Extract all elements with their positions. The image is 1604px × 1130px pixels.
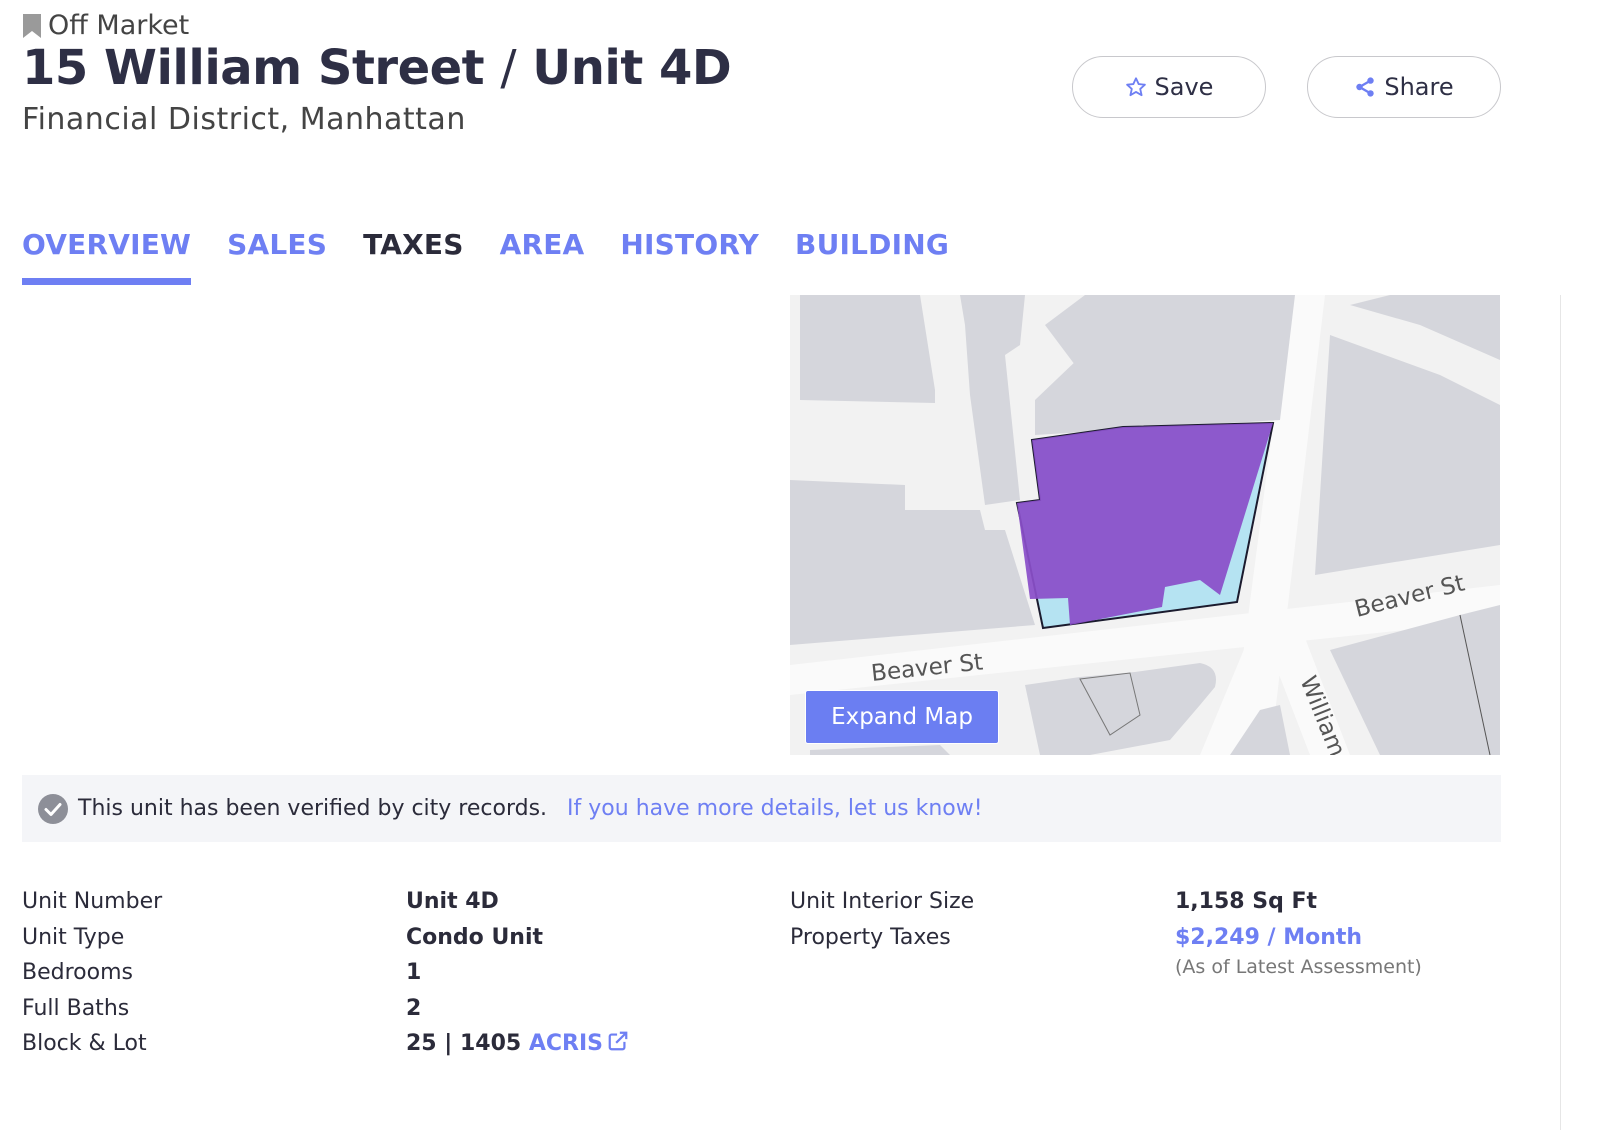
tab-sales[interactable]: SALES bbox=[227, 228, 327, 285]
title-separator: / bbox=[500, 40, 517, 96]
expand-map-button[interactable]: Expand Map bbox=[805, 690, 999, 744]
acris-link[interactable]: ACRIS bbox=[529, 1031, 629, 1056]
verification-banner: This unit has been verified by city reco… bbox=[22, 775, 1501, 842]
property-taxes-value[interactable]: $2,249 / Month bbox=[1175, 920, 1422, 956]
detail-value: Unit 4D bbox=[406, 889, 499, 914]
detail-label: Unit Interior Size bbox=[790, 889, 975, 914]
block-lot-value: 25 | 1405 bbox=[406, 1031, 522, 1056]
tab-area[interactable]: AREA bbox=[500, 228, 585, 285]
save-label: Save bbox=[1154, 73, 1214, 101]
status-label: Off Market bbox=[22, 10, 189, 41]
details-labels-right: Unit Interior Size Property Taxes bbox=[790, 884, 974, 955]
star-icon bbox=[1125, 77, 1146, 97]
acris-label: ACRIS bbox=[528, 1031, 604, 1056]
external-link-icon bbox=[608, 1031, 628, 1051]
detail-label: Property Taxes bbox=[790, 924, 951, 950]
detail-value: 1,158 Sq Ft bbox=[1175, 889, 1318, 914]
save-button[interactable]: Save bbox=[1072, 56, 1266, 118]
detail-value: Condo Unit bbox=[406, 924, 544, 950]
details-values-right: 1,158 Sq Ft $2,249 / Month (As of Latest… bbox=[1175, 884, 1422, 979]
map-canvas: Beaver St Beaver St William bbox=[790, 295, 1500, 755]
detail-label: Full Baths bbox=[22, 995, 130, 1021]
more-details-link[interactable]: If you have more details, let us know! bbox=[567, 796, 983, 821]
divider bbox=[1560, 295, 1561, 1130]
detail-label: Unit Number bbox=[22, 889, 163, 914]
verification-text: This unit has been verified by city reco… bbox=[78, 796, 548, 821]
assessment-note: (As of Latest Assessment) bbox=[1175, 956, 1422, 978]
tab-overview[interactable]: OVERVIEW bbox=[22, 228, 192, 285]
share-button[interactable]: Share bbox=[1307, 56, 1501, 118]
tab-bar: OVERVIEW SALES TAXES AREA HISTORY BUILDI… bbox=[22, 228, 949, 285]
bookmark-icon bbox=[23, 13, 41, 38]
map-view[interactable]: Beaver St Beaver St William Expand Map bbox=[790, 295, 1500, 755]
detail-label: Block & Lot bbox=[22, 1031, 147, 1056]
tab-taxes[interactable]: TAXES bbox=[363, 228, 463, 285]
detail-label: Unit Type bbox=[22, 924, 125, 950]
detail-value: 2 bbox=[406, 995, 422, 1021]
tab-history[interactable]: HISTORY bbox=[620, 228, 759, 285]
page-title: 15 William Street / Unit 4D bbox=[22, 40, 732, 96]
tab-building[interactable]: BUILDING bbox=[795, 228, 949, 285]
check-circle-icon bbox=[38, 793, 68, 824]
neighborhood-label: Financial District, Manhattan bbox=[22, 102, 466, 137]
detail-label: Bedrooms bbox=[22, 960, 133, 985]
details-labels-left: Unit Number Unit Type Bedrooms Full Bath… bbox=[22, 884, 162, 1062]
details-values-left: Unit 4D Condo Unit 1 2 25 | 1405 ACRIS bbox=[406, 884, 629, 1062]
block-lot-row: 25 | 1405 ACRIS bbox=[406, 1026, 629, 1062]
address-text: 15 William Street bbox=[22, 40, 485, 96]
detail-value: 1 bbox=[406, 960, 422, 985]
status-text: Off Market bbox=[48, 10, 190, 41]
unit-text: Unit 4D bbox=[532, 40, 732, 96]
share-icon bbox=[1356, 77, 1375, 97]
share-label: Share bbox=[1384, 73, 1454, 101]
